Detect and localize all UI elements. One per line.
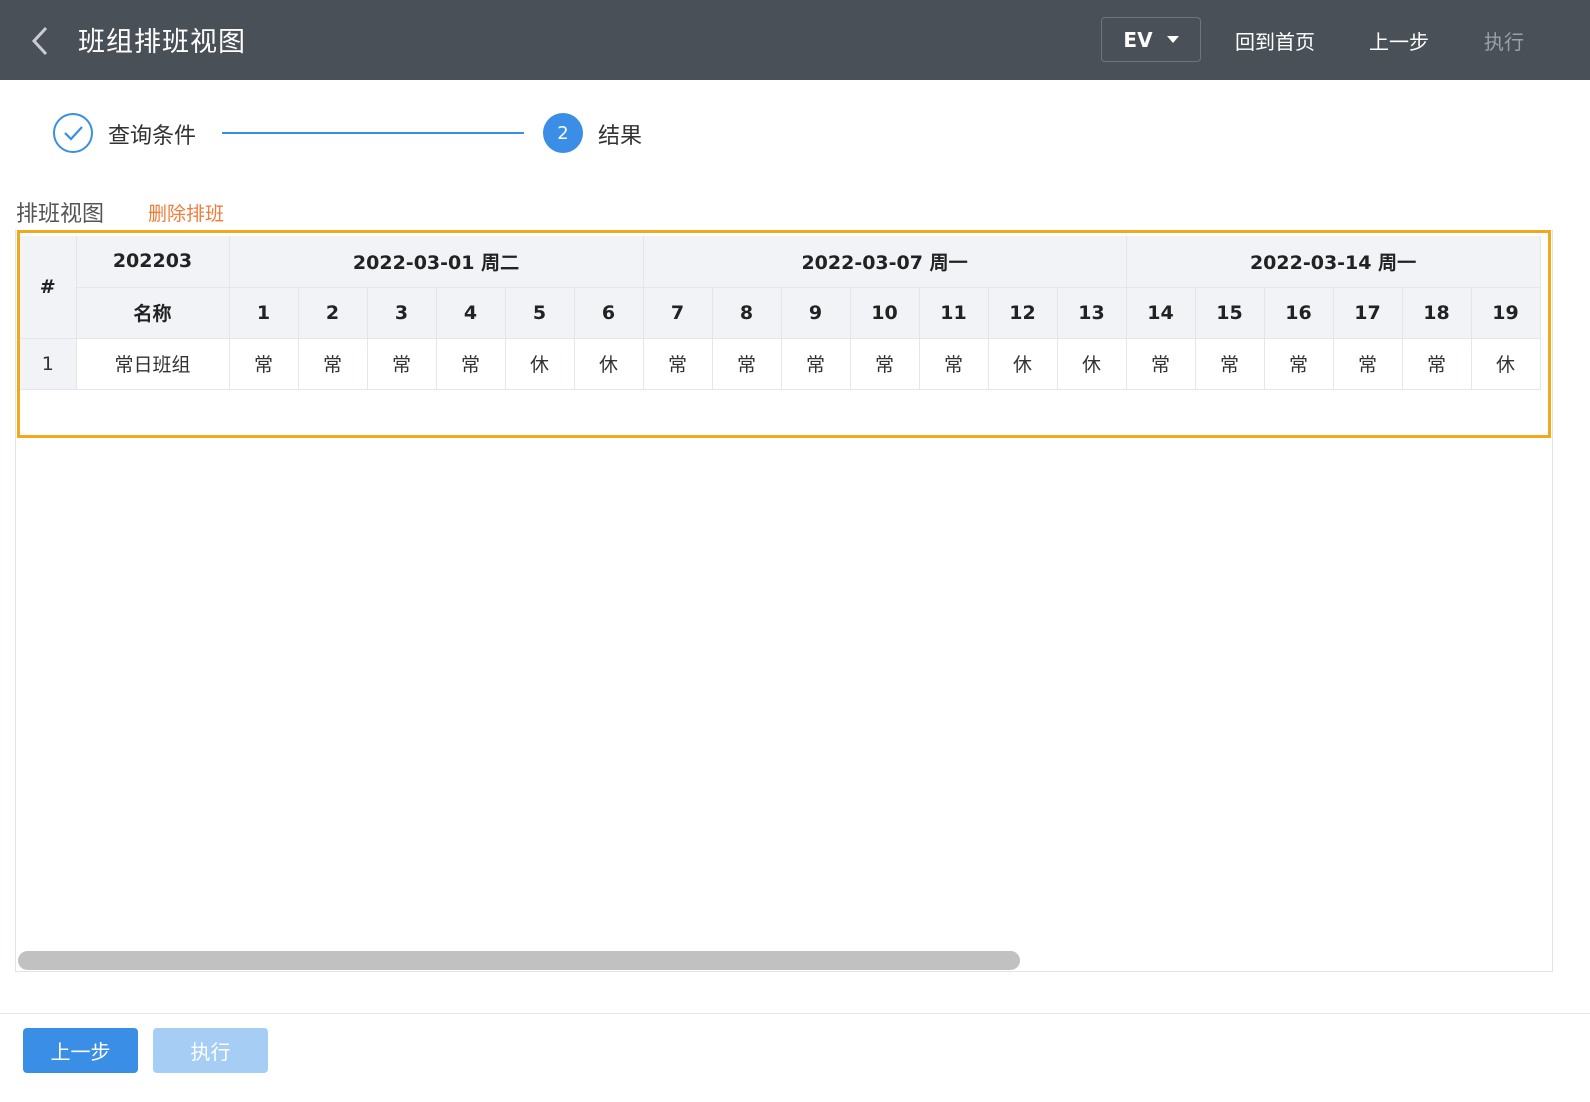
top-bar: 班组排班视图 EV 回到首页 上一步 执行	[0, 0, 1590, 80]
shift-cell[interactable]: 休	[505, 338, 575, 390]
delete-schedule-link[interactable]: 删除排班	[148, 199, 224, 226]
week-group-header: 2022-03-01 周二	[229, 236, 644, 288]
org-selector-value: EV	[1123, 27, 1153, 52]
day-header: 4	[436, 287, 506, 339]
day-header: 8	[712, 287, 782, 339]
step-1-label: 查询条件	[108, 124, 197, 149]
day-header: 6	[574, 287, 644, 339]
shift-cell[interactable]: 常	[643, 338, 713, 390]
shift-cell[interactable]: 常	[298, 338, 368, 390]
index-header: #	[20, 236, 77, 339]
month-header: 202203	[76, 236, 230, 288]
day-header: 17	[1333, 287, 1403, 339]
org-selector[interactable]: EV	[1101, 17, 1201, 62]
shift-cell[interactable]: 休	[988, 338, 1058, 390]
name-header: 名称	[76, 287, 230, 339]
day-header: 2	[298, 287, 368, 339]
day-header: 11	[919, 287, 989, 339]
day-header: 15	[1195, 287, 1265, 339]
shift-cell[interactable]: 常	[436, 338, 506, 390]
shift-cell[interactable]: 常	[850, 338, 920, 390]
day-header: 10	[850, 287, 920, 339]
day-header: 19	[1471, 287, 1541, 339]
schedule-table-panel: # 202203 2022-03-01 周二 2022-03-07 周一 2022-…	[15, 230, 1553, 972]
shift-cell[interactable]: 常	[712, 338, 782, 390]
day-header: 9	[781, 287, 851, 339]
row-index: 1	[20, 338, 77, 390]
page-title: 班组排班视图	[78, 27, 246, 58]
table-row: 1 常日班组常常常常休休常常常常常休休常常常常常休	[20, 338, 1541, 390]
step-2-label: 结果	[598, 124, 643, 149]
day-header: 18	[1402, 287, 1472, 339]
execute-button: 执行	[153, 1028, 268, 1073]
schedule-table: # 202203 2022-03-01 周二 2022-03-07 周一 2022-…	[20, 236, 1541, 390]
day-header: 13	[1057, 287, 1127, 339]
shift-cell[interactable]: 常	[919, 338, 989, 390]
day-header: 3	[367, 287, 437, 339]
week-group-header: 2022-03-14 周一	[1126, 236, 1541, 288]
shift-cell[interactable]: 休	[1471, 338, 1541, 390]
day-header: 7	[643, 287, 713, 339]
shift-cell[interactable]: 常	[781, 338, 851, 390]
check-icon	[64, 126, 83, 141]
back-arrow-icon[interactable]	[26, 24, 56, 58]
shift-cell[interactable]: 常	[1126, 338, 1196, 390]
step-1-done	[53, 113, 93, 153]
shift-cell[interactable]: 常	[1402, 338, 1472, 390]
step-2-number: 2	[543, 113, 583, 153]
shift-cell[interactable]: 常	[229, 338, 299, 390]
header-prev-link[interactable]: 上一步	[1369, 26, 1429, 55]
team-name-link[interactable]: 常日班组	[76, 338, 230, 390]
step-connector	[222, 132, 524, 134]
shift-cell[interactable]: 常	[1333, 338, 1403, 390]
step-indicator: 查询条件 2 结果	[0, 108, 800, 158]
home-link[interactable]: 回到首页	[1235, 26, 1315, 55]
week-group-header: 2022-03-07 周一	[643, 236, 1127, 288]
shift-cell[interactable]: 常	[1264, 338, 1334, 390]
day-header: 5	[505, 287, 575, 339]
shift-cell[interactable]: 休	[574, 338, 644, 390]
footer-divider	[0, 1013, 1590, 1014]
horizontal-scrollbar[interactable]	[18, 951, 1020, 970]
shift-cell[interactable]: 常	[1195, 338, 1265, 390]
caret-down-icon	[1166, 36, 1179, 43]
shift-cell[interactable]: 休	[1057, 338, 1127, 390]
day-header: 12	[988, 287, 1058, 339]
day-header: 1	[229, 287, 299, 339]
day-header: 14	[1126, 287, 1196, 339]
prev-step-button[interactable]: 上一步	[23, 1028, 138, 1073]
shift-cell[interactable]: 常	[367, 338, 437, 390]
section-title: 排班视图	[16, 202, 105, 227]
header-exec-link: 执行	[1484, 30, 1524, 54]
day-header: 16	[1264, 287, 1334, 339]
